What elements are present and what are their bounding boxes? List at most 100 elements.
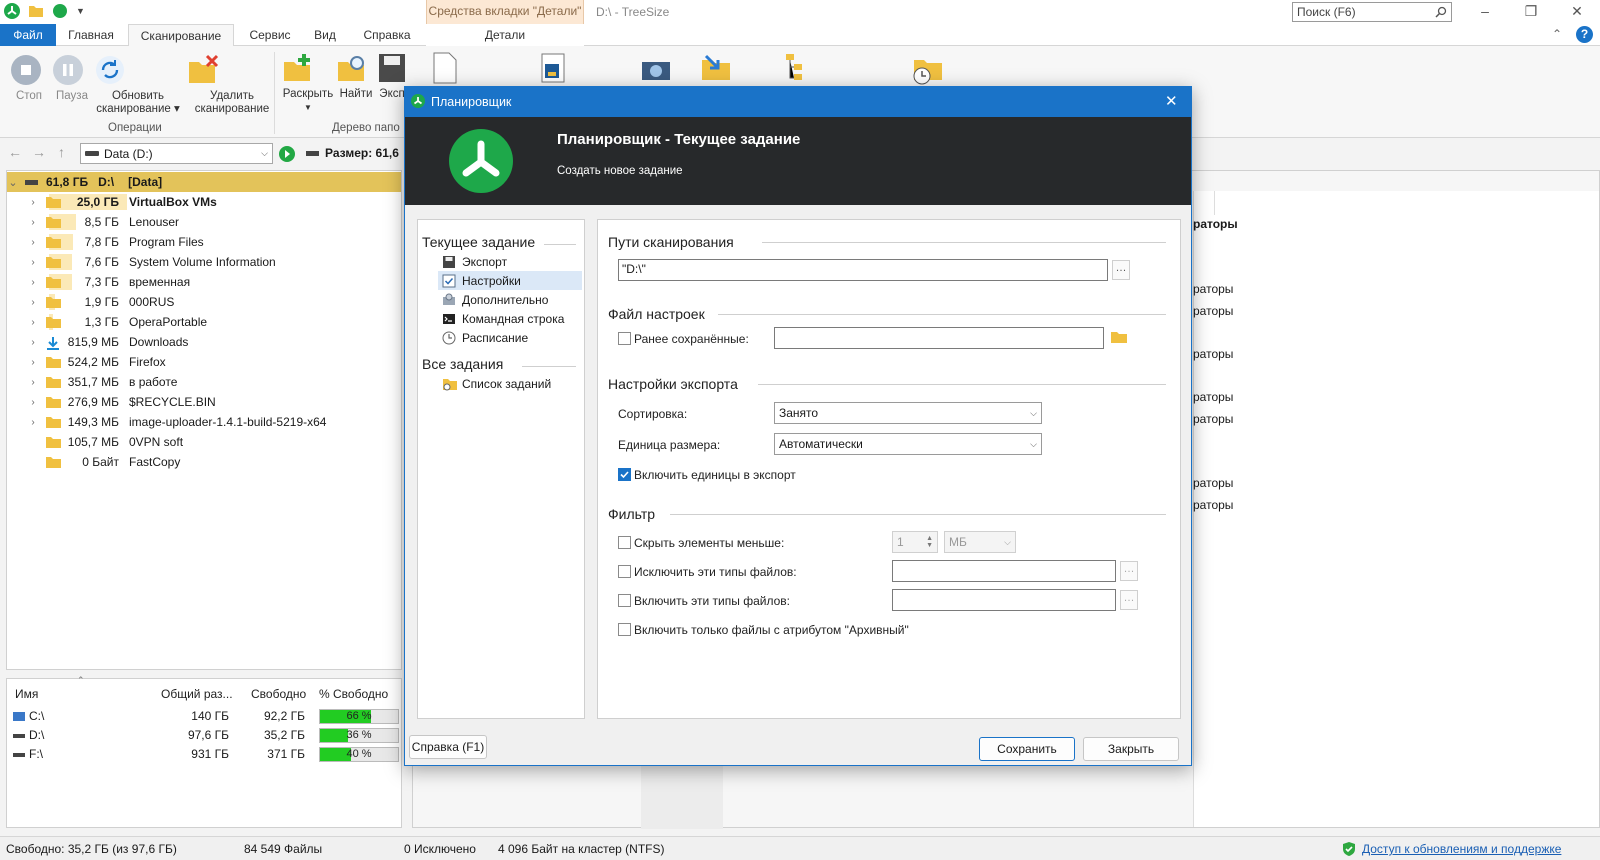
- stop-button[interactable]: Стоп: [10, 54, 48, 103]
- nav-item-export[interactable]: Экспорт: [438, 252, 582, 271]
- hide-unit-select[interactable]: МБ ⌵: [944, 531, 1016, 553]
- tab-help[interactable]: Справка: [352, 24, 422, 46]
- tree-row[interactable]: › 7,6 ГБ System Volume Information: [7, 252, 401, 272]
- tree-row-size: 105,7 МБ: [67, 435, 119, 449]
- up-arrow-icon[interactable]: ↑: [58, 144, 65, 160]
- delete-scan-button[interactable]: Удалить сканирование: [186, 54, 278, 116]
- close-button[interactable]: Закрыть: [1083, 737, 1179, 761]
- col-name-header[interactable]: Имя: [15, 687, 38, 701]
- drive-row[interactable]: F:\ 931 ГБ 371 ГБ 40 %: [7, 745, 401, 764]
- help-button[interactable]: Справка (F1): [409, 735, 487, 759]
- tree-row[interactable]: › 815,9 МБ Downloads: [7, 332, 401, 352]
- expand-button[interactable]: Раскрыть ▼: [282, 52, 334, 114]
- col-total-header[interactable]: Общий раз...: [161, 687, 233, 701]
- find-label: Найти: [339, 88, 373, 100]
- forward-arrow-icon[interactable]: →: [32, 144, 46, 160]
- drive-row[interactable]: D:\ 97,6 ГБ 35,2 ГБ 36 %: [7, 726, 401, 745]
- sort-select[interactable]: Занято ⌵: [774, 402, 1042, 424]
- close-window-button[interactable]: ✕: [1560, 2, 1594, 22]
- dialog-close-icon[interactable]: ✕: [1165, 92, 1178, 110]
- minimize-button[interactable]: –: [1468, 2, 1502, 22]
- col-pct-header[interactable]: % Свободно: [319, 687, 388, 701]
- search-placeholder: Поиск (F6): [1297, 5, 1356, 19]
- include-units-checkbox[interactable]: [618, 468, 631, 481]
- export-button[interactable]: Эксп: [378, 52, 406, 101]
- expand-chevron-icon[interactable]: ›: [27, 257, 39, 268]
- tree-row[interactable]: › 8,5 ГБ Lenouser: [7, 212, 401, 232]
- update-support-link[interactable]: Доступ к обновлениям и поддержке: [1362, 842, 1561, 856]
- tree-row[interactable]: › 7,3 ГБ временная: [7, 272, 401, 292]
- expand-chevron-icon[interactable]: ›: [27, 337, 39, 348]
- tree-row[interactable]: › 276,9 МБ $RECYCLE.BIN: [7, 392, 401, 412]
- expand-chevron-icon[interactable]: ›: [27, 297, 39, 308]
- include-types-input[interactable]: [892, 589, 1116, 611]
- save-icon: [442, 255, 456, 269]
- col-free-header[interactable]: Свободно: [251, 687, 306, 701]
- group-tree-label: Дерево папо: [332, 122, 400, 134]
- tab-scan[interactable]: Сканирование: [128, 24, 234, 47]
- hide-size-spinner[interactable]: 1 ▲ ▼: [892, 531, 938, 553]
- refresh-scan-button[interactable]: Обновить сканирование ▾: [94, 54, 182, 116]
- expand-chevron-icon[interactable]: ›: [27, 277, 39, 288]
- pause-button[interactable]: Пауза: [52, 54, 92, 103]
- tree-row[interactable]: › 1,3 ГБ OperaPortable: [7, 312, 401, 332]
- drive-row[interactable]: C:\ 140 ГБ 92,2 ГБ 66 %: [7, 707, 401, 726]
- tree-row[interactable]: › 25,0 ГБ VirtualBox VMs: [7, 192, 401, 212]
- expand-chevron-icon[interactable]: ›: [27, 417, 39, 428]
- expand-chevron-icon[interactable]: ›: [27, 397, 39, 408]
- saved-settings-checkbox[interactable]: [618, 332, 631, 345]
- settings-file-input[interactable]: [774, 327, 1104, 349]
- help-icon[interactable]: ?: [1576, 26, 1593, 43]
- collapse-chevron-icon[interactable]: ⌄: [7, 176, 19, 189]
- nav-item-task-list[interactable]: Список заданий: [438, 374, 582, 393]
- expand-chevron-icon[interactable]: ›: [27, 357, 39, 368]
- include-types-browse-button[interactable]: …: [1120, 590, 1138, 610]
- expand-chevron-icon[interactable]: ›: [27, 217, 39, 228]
- archive-only-checkbox[interactable]: [618, 623, 631, 636]
- tree-row[interactable]: › 524,2 МБ Firefox: [7, 352, 401, 372]
- include-types-checkbox[interactable]: [618, 594, 631, 607]
- browse-paths-button[interactable]: …: [1112, 260, 1130, 280]
- scan-path-input[interactable]: "D:\": [618, 259, 1108, 281]
- exclude-types-checkbox[interactable]: [618, 565, 631, 578]
- save-button[interactable]: Сохранить: [979, 737, 1075, 761]
- free-space-bar: 36 %: [319, 728, 399, 743]
- tab-file[interactable]: Файл: [0, 24, 56, 46]
- search-box[interactable]: Поиск (F6): [1292, 2, 1452, 22]
- nav-item-advanced[interactable]: Дополнительно: [438, 290, 582, 309]
- qat-dropdown-icon[interactable]: ▼: [76, 6, 85, 16]
- nav-item-cmdline[interactable]: Командная строка: [438, 309, 582, 328]
- drive-selector[interactable]: Data (D:) ⌵: [80, 143, 273, 164]
- expand-chevron-icon[interactable]: ›: [27, 317, 39, 328]
- back-arrow-icon[interactable]: ←: [8, 144, 22, 160]
- tree-row[interactable]: › 351,7 МБ в работе: [7, 372, 401, 392]
- exclude-types-input[interactable]: [892, 560, 1116, 582]
- collapse-ribbon-icon[interactable]: ⌃: [1552, 27, 1562, 41]
- tab-home[interactable]: Главная: [62, 24, 120, 46]
- expand-chevron-icon[interactable]: ›: [27, 197, 39, 208]
- tree-row[interactable]: 105,7 МБ 0VPN soft: [7, 432, 401, 452]
- open-folder-icon[interactable]: [28, 4, 44, 18]
- unit-select[interactable]: Автоматически ⌵: [774, 433, 1042, 455]
- expand-chevron-icon[interactable]: ›: [27, 237, 39, 248]
- expand-chevron-icon[interactable]: ›: [27, 377, 39, 388]
- tree-row[interactable]: › 1,9 ГБ 000RUS: [7, 292, 401, 312]
- tree-row[interactable]: › 149,3 МБ image-uploader-1.4.1-build-5219…: [7, 412, 401, 432]
- tree-row-size: 815,9 МБ: [67, 335, 119, 349]
- nav-item-settings[interactable]: Настройки: [438, 271, 582, 290]
- tree-row[interactable]: › 7,8 ГБ Program Files: [7, 232, 401, 252]
- hide-smaller-checkbox[interactable]: [618, 536, 631, 549]
- scan-icon[interactable]: [52, 3, 68, 19]
- exclude-types-browse-button[interactable]: …: [1120, 561, 1138, 581]
- tab-view[interactable]: Вид: [306, 24, 344, 46]
- find-button[interactable]: Найти: [336, 52, 376, 101]
- nav-item-schedule[interactable]: Расписание: [438, 328, 582, 347]
- tree-root-row[interactable]: ⌄ 61,8 ГБ D:\ [Data]: [7, 172, 401, 192]
- start-scan-button[interactable]: [278, 145, 296, 163]
- open-folder-icon[interactable]: [1110, 330, 1128, 344]
- maximize-button[interactable]: ❐: [1514, 2, 1548, 22]
- tab-service[interactable]: Сервис: [242, 24, 298, 46]
- tab-details[interactable]: Детали: [426, 24, 584, 46]
- tree-row[interactable]: 0 Байт FastCopy: [7, 452, 401, 472]
- drive-name: D:\: [29, 728, 45, 742]
